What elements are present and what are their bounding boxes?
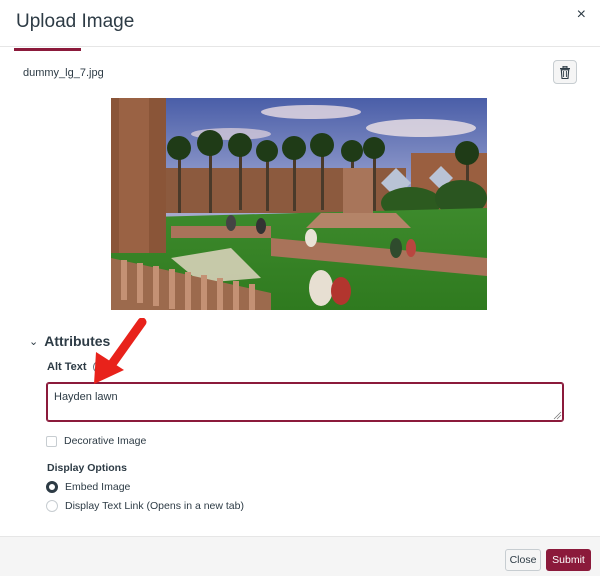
submit-button[interactable]: Submit (546, 549, 591, 571)
radio-display-text-link-label: Display Text Link (Opens in a new tab) (65, 500, 244, 512)
display-options-label: Display Options (47, 462, 127, 474)
campus-lawn-image (111, 98, 487, 310)
close-button[interactable]: Close (505, 549, 541, 571)
attributes-label: Attributes (44, 333, 111, 349)
alt-text-field[interactable]: Hayden lawn (46, 382, 564, 422)
alt-text-label-text: Alt Text (47, 361, 87, 373)
help-icon[interactable]: ? (92, 361, 105, 373)
alt-text-label: Alt Text ? (47, 361, 105, 373)
decorative-image-label: Decorative Image (64, 435, 147, 447)
attributes-toggle[interactable]: ⌄ Attributes (29, 333, 110, 349)
radio-embed-image[interactable]: Embed Image (46, 481, 130, 493)
delete-image-button[interactable] (553, 60, 577, 84)
header-divider (0, 46, 600, 47)
image-preview (111, 98, 487, 310)
radio-button-unselected[interactable] (46, 500, 58, 512)
radio-display-text-link[interactable]: Display Text Link (Opens in a new tab) (46, 500, 244, 512)
radio-embed-image-label: Embed Image (65, 481, 131, 493)
trash-icon (560, 65, 570, 79)
annotation-arrow-icon (94, 318, 147, 384)
radio-button-selected[interactable] (46, 481, 58, 493)
active-tab-indicator (14, 48, 81, 51)
file-name: dummy_lg_7.jpg (23, 67, 104, 79)
decorative-image-checkbox[interactable] (46, 435, 57, 447)
decorative-image-option[interactable]: Decorative Image (46, 435, 146, 447)
chevron-down-icon: ⌄ (29, 335, 39, 348)
close-icon[interactable]: × (577, 7, 586, 23)
dialog-title: Upload Image (16, 11, 135, 32)
resize-handle-icon[interactable] (553, 411, 562, 420)
